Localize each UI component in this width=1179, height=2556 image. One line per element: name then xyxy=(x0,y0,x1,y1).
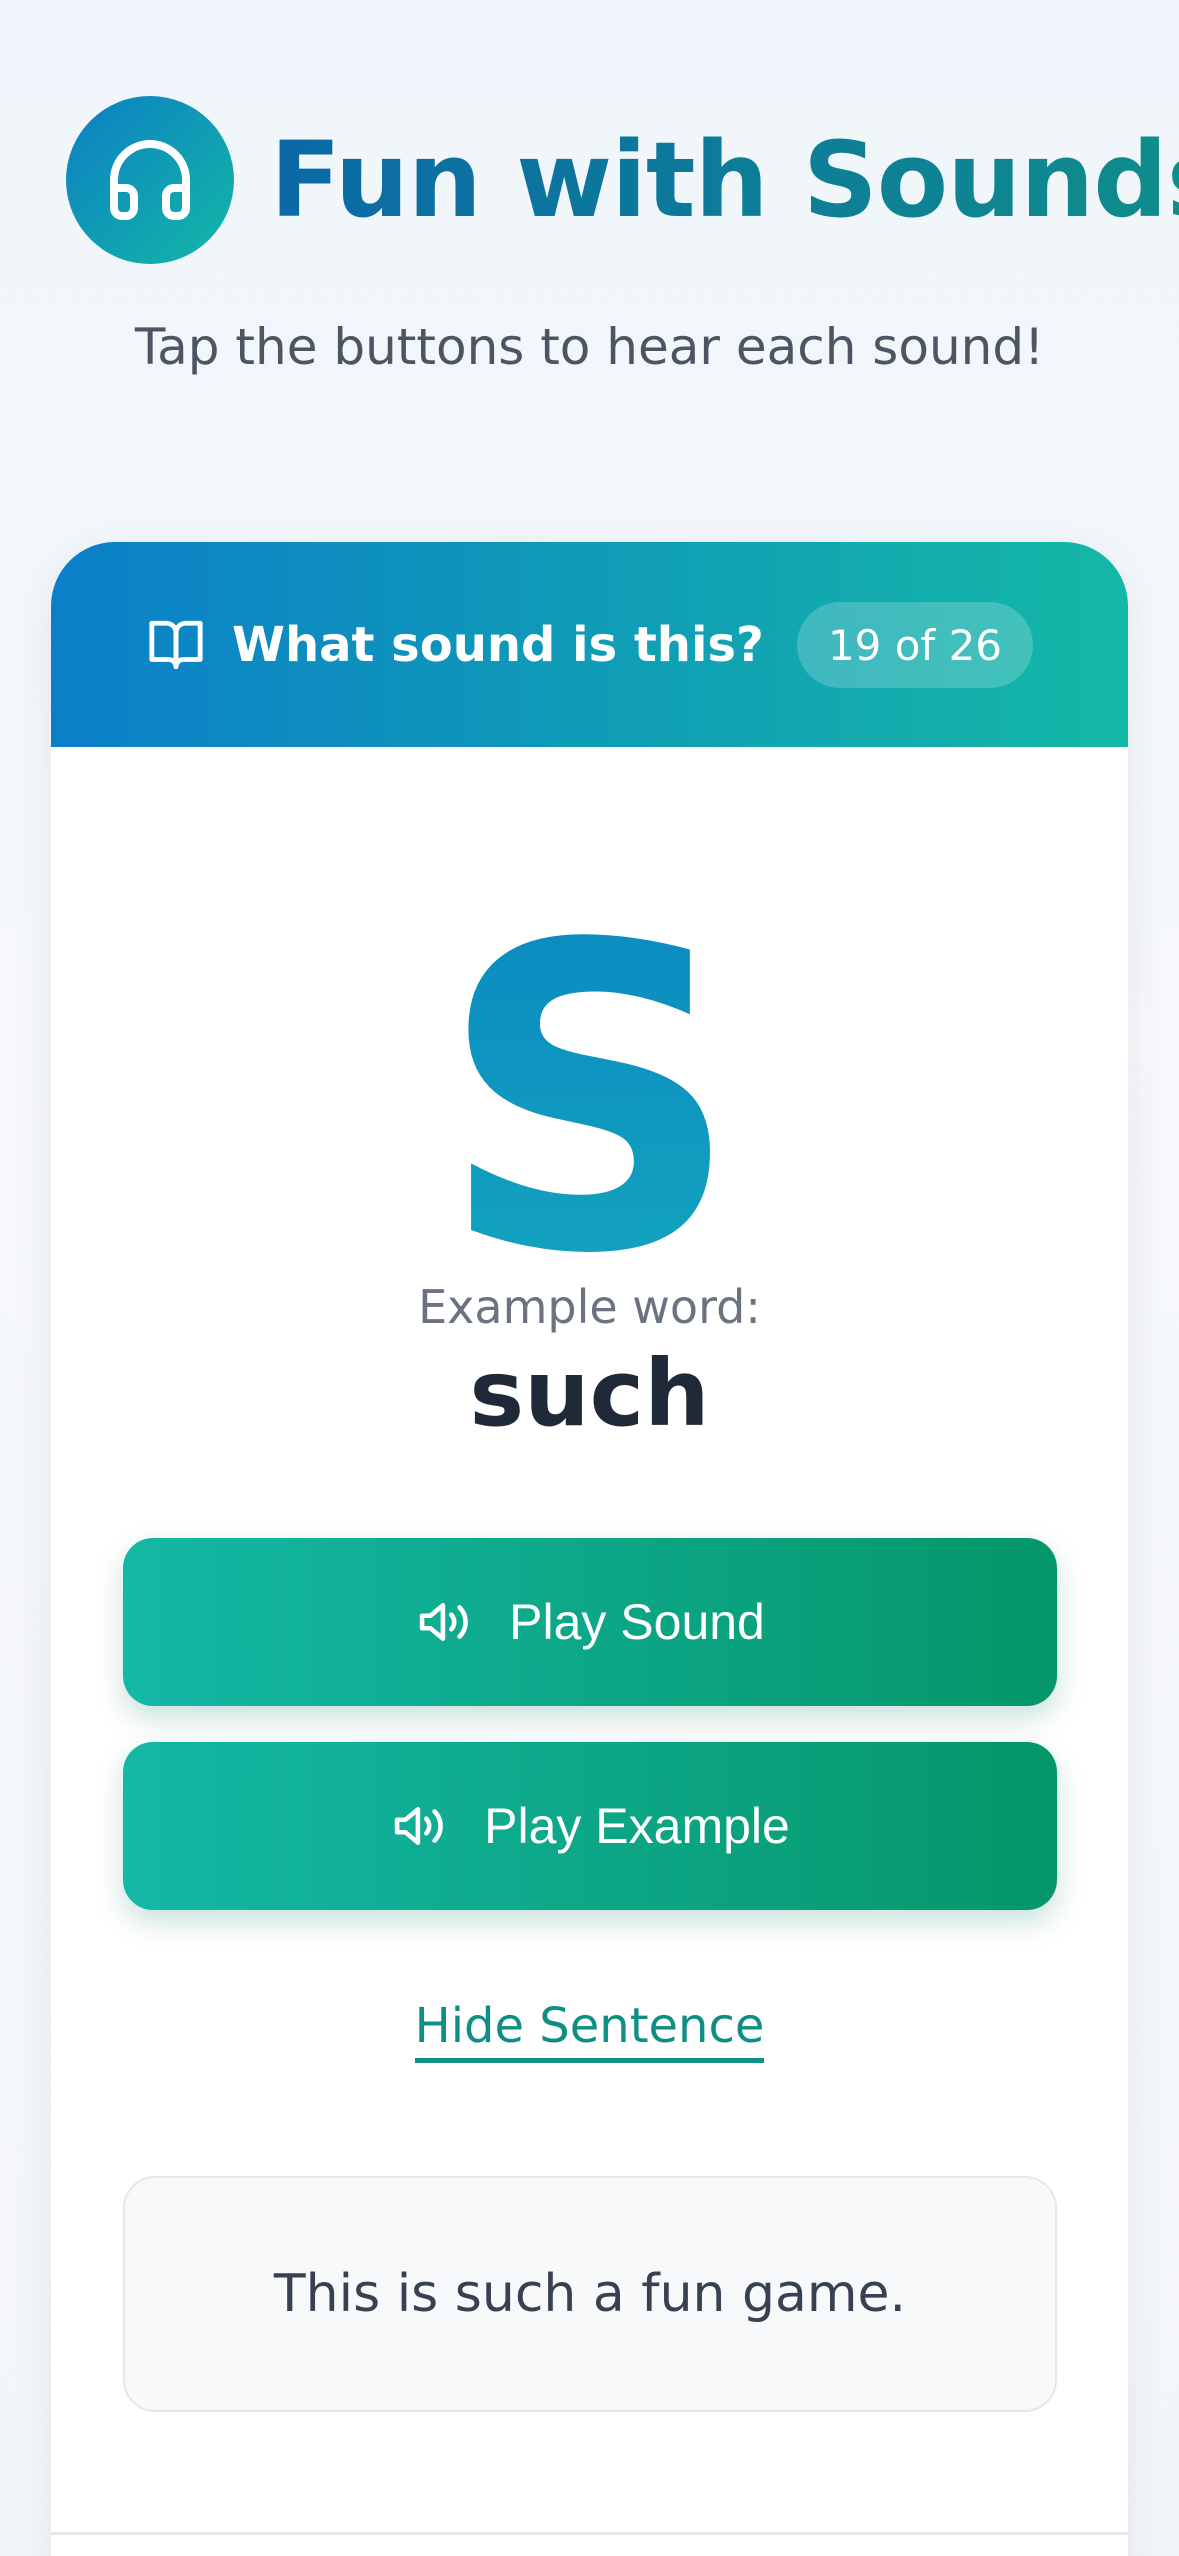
play-sound-button[interactable]: Play Sound xyxy=(123,1538,1057,1706)
hide-sentence-container: Hide Sentence xyxy=(51,1998,1128,2063)
app-title: Fun with Sounds xyxy=(270,110,1179,250)
example-label: Example word: xyxy=(418,1280,761,1334)
card-title: What sound is this? xyxy=(232,617,764,673)
play-sound-label: Play Sound xyxy=(509,1594,765,1650)
card-header: What sound is this? 19 of 26 xyxy=(51,542,1128,747)
app-subtitle: Tap the buttons to hear each sound! xyxy=(134,318,1045,376)
sound-card: What sound is this? 19 of 26 S Example w… xyxy=(51,542,1128,2556)
play-example-button[interactable]: Play Example xyxy=(123,1742,1057,1910)
play-example-label: Play Example xyxy=(484,1798,790,1854)
hide-sentence-link[interactable]: Hide Sentence xyxy=(414,1998,765,2063)
progress-badge: 19 of 26 xyxy=(797,602,1033,688)
headphones-icon xyxy=(110,140,190,220)
speaker-icon xyxy=(394,1807,443,1845)
app-header: Fun with Sounds Tap the buttons to hear … xyxy=(0,0,1179,420)
card-divider xyxy=(51,2532,1128,2535)
book-icon xyxy=(149,620,203,670)
example-word: such xyxy=(469,1340,710,1447)
speaker-icon xyxy=(419,1603,468,1641)
app-logo xyxy=(66,96,234,264)
example-sentence: This is such a fun game. xyxy=(123,2176,1057,2412)
